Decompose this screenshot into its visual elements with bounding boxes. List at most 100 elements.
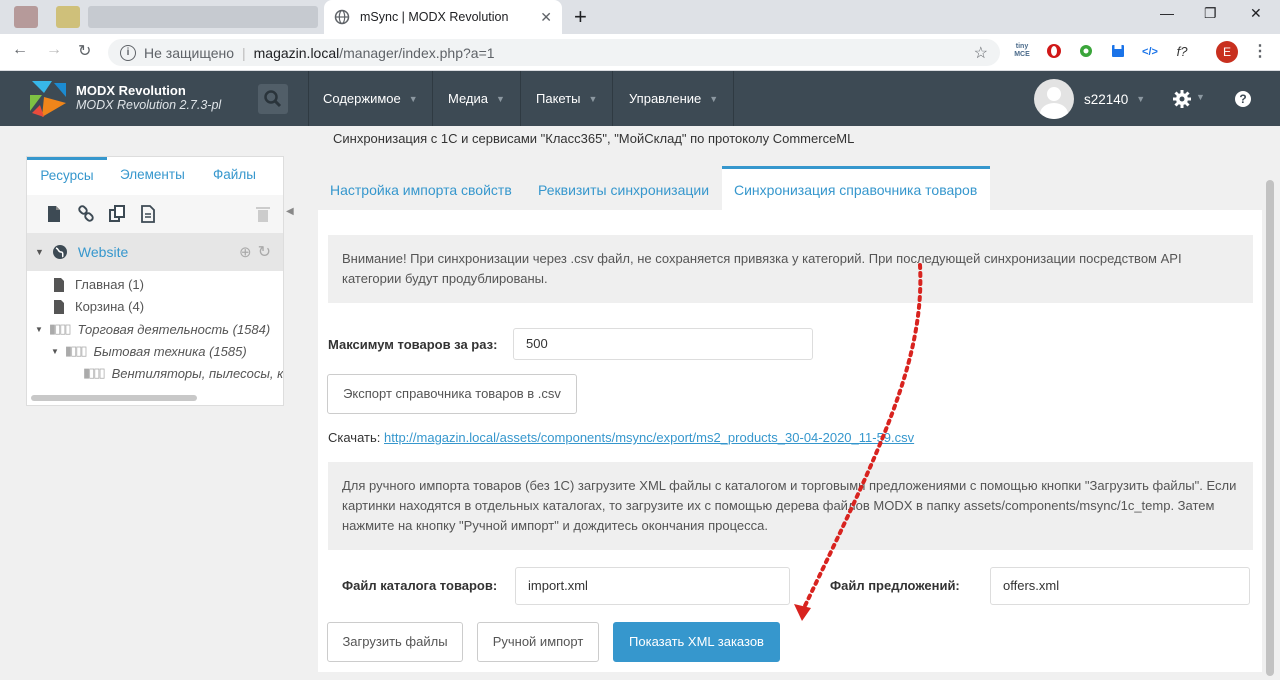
bookmark-star-icon[interactable]: ☆ (974, 43, 988, 63)
opera-icon[interactable] (1044, 43, 1064, 61)
url-path: /manager/index.php?a=1 (339, 44, 495, 61)
offers-file-input[interactable]: offers.xml (990, 567, 1250, 605)
tab-resources[interactable]: Ресурсы (27, 157, 107, 192)
horizontal-scrollbar[interactable] (31, 395, 197, 401)
download-label: Скачать: (328, 430, 381, 445)
help-icon[interactable]: ? (1235, 91, 1251, 107)
collapse-sidebar-icon[interactable]: ◀ (286, 206, 294, 217)
active-browser-tab[interactable]: mSync | MODX Revolution ✕ (324, 0, 562, 34)
tree-root-label: Website (77, 244, 129, 260)
document-text-icon[interactable] (139, 205, 157, 223)
new-tab-button[interactable]: + (574, 4, 587, 30)
nav-media[interactable]: Медиа ▼ (432, 71, 520, 126)
offers-file-label: Файл предложений: (830, 578, 960, 593)
avatar[interactable] (1034, 79, 1074, 119)
brand: MODX Revolution MODX Revolution 2.7.3-pl (76, 83, 221, 112)
category-bars-icon: ▮▯▯▯ (64, 343, 88, 358)
copy-icon[interactable] (108, 205, 126, 223)
new-document-icon[interactable] (45, 205, 63, 223)
tinymce-icon[interactable]: tiny MCE (1012, 43, 1032, 61)
page-description: Синхронизация с 1С и сервисами "Класс365… (333, 131, 855, 146)
blurred-tab-icon[interactable] (56, 6, 80, 28)
security-label: Не защищено (144, 44, 234, 61)
document-icon (54, 299, 64, 314)
tree-toolbar (27, 195, 283, 233)
blurred-tab-icon[interactable] (14, 6, 38, 28)
tree-item[interactable]: ▮▯▯▯ Вентиляторы, пылесосы, кс (83, 365, 283, 381)
maximize-button[interactable]: ❐ (1204, 5, 1217, 22)
search-icon (264, 90, 282, 108)
nav-content[interactable]: Содержимое ▼ (308, 71, 432, 126)
globe-icon (52, 245, 67, 259)
chevron-down-icon: ▼ (1136, 94, 1146, 104)
tab-files[interactable]: Файлы (213, 157, 256, 192)
modx-logo-icon[interactable] (28, 79, 68, 119)
caret-down-icon[interactable]: ▼ (35, 325, 43, 334)
profile-avatar[interactable]: E (1216, 41, 1238, 63)
link-icon[interactable] (77, 205, 95, 223)
max-items-input[interactable]: 500 (513, 328, 813, 360)
info-icon[interactable]: i (120, 44, 136, 61)
sync-products-panel: Внимание! При синхронизации через .csv ф… (318, 210, 1262, 672)
username: s22140 (1084, 91, 1129, 107)
reload-icon[interactable]: ↻ (78, 41, 91, 61)
download-link[interactable]: http://magazin.local/assets/components/m… (384, 430, 914, 445)
trash-icon[interactable] (254, 205, 272, 223)
download-row: Скачать: http://magazin.local/assets/com… (328, 430, 914, 445)
manual-import-button[interactable]: Ручной импорт (477, 622, 599, 662)
chevron-down-icon: ▼ (496, 93, 505, 104)
save-icon[interactable] (1108, 43, 1128, 61)
show-xml-orders-button[interactable]: Показать XML заказов (613, 622, 780, 662)
user-menu[interactable]: s22140 ▼ (1034, 79, 1145, 119)
catalog-file-label: Файл каталога товаров: (342, 578, 498, 593)
export-csv-button[interactable]: Экспорт справочника товаров в .csv (327, 374, 577, 414)
fx-icon[interactable]: f? (1172, 43, 1192, 61)
browser-tab-strip: mSync | MODX Revolution ✕ + — ❐ ✕ (0, 0, 1280, 34)
brand-version: MODX Revolution 2.7.3-pl (76, 98, 222, 112)
document-icon (54, 277, 64, 292)
code-icon[interactable]: </> (1140, 43, 1160, 61)
chevron-down-icon: ▼ (709, 93, 719, 104)
manual-import-note: Для ручного импорта товаров (без 1С) заг… (328, 462, 1253, 550)
category-bars-icon: ▮▯▯▯ (48, 321, 72, 336)
gear-icon[interactable] (1172, 89, 1192, 109)
chevron-down-icon: ▼ (408, 93, 418, 104)
nav-packages[interactable]: Пакеты ▼ (520, 71, 612, 126)
back-arrow-icon[interactable]: ← (12, 41, 28, 59)
nav-manage[interactable]: Управление ▼ (612, 71, 734, 126)
blurred-tabs[interactable] (88, 6, 318, 28)
tree-item[interactable]: ▼ ▮▯▯▯ Торговая деятельность (1584) (35, 321, 270, 337)
caret-down-icon[interactable]: ▼ (51, 347, 59, 356)
category-bars-icon: ▮▯▯▯ (83, 365, 106, 380)
tab-sync-requisites[interactable]: Реквизиты синхронизации (526, 166, 721, 210)
refresh-icon[interactable]: ↻ (258, 242, 271, 262)
tree-item[interactable]: Главная (1) (53, 277, 144, 292)
puzzle-icon[interactable] (1076, 43, 1096, 61)
tab-sync-products[interactable]: Синхронизация справочника товаров (722, 166, 990, 210)
catalog-file-input[interactable]: import.xml (515, 567, 790, 605)
address-bar[interactable]: i Не защищено | magazin.local /manager/i… (108, 39, 1000, 66)
caret-down-icon[interactable]: ▼ (35, 247, 44, 257)
add-circle-icon[interactable]: ⊕ (239, 243, 252, 261)
close-tab-icon[interactable]: ✕ (540, 9, 552, 26)
tree-item[interactable]: ▼ ▮▯▯▯ Бытовая техника (1585) (51, 343, 247, 359)
resource-tree-panel: Ресурсы Элементы Файлы ▼ Website ⊕ ↻ Гла… (26, 156, 284, 406)
close-window-button[interactable]: ✕ (1250, 5, 1262, 22)
globe-icon (334, 9, 350, 25)
forward-arrow-icon[interactable]: → (46, 41, 62, 59)
tree-item[interactable]: Корзина (4) (53, 299, 144, 314)
max-items-label: Максимум товаров за раз: (328, 337, 498, 352)
minimize-button[interactable]: — (1160, 5, 1174, 21)
manager-body: Ресурсы Элементы Файлы ▼ Website ⊕ ↻ Гла… (0, 126, 1280, 680)
tab-import-properties[interactable]: Настройка импорта свойств (318, 166, 524, 210)
modx-header: MODX Revolution MODX Revolution 2.7.3-pl… (0, 71, 1280, 126)
search-button[interactable] (258, 84, 288, 114)
tab-elements[interactable]: Элементы (120, 157, 185, 192)
address-toolbar: ← → ↻ i Не защищено | magazin.local /man… (0, 34, 1280, 71)
upload-files-button[interactable]: Загрузить файлы (327, 622, 463, 662)
tree-root-website[interactable]: ▼ Website ⊕ ↻ (27, 233, 283, 271)
url-host: magazin.local (253, 44, 340, 61)
chevron-down-icon: ▼ (588, 93, 598, 104)
vertical-scrollbar[interactable] (1266, 180, 1274, 676)
menu-dots-icon[interactable]: ⋮ (1252, 41, 1268, 61)
